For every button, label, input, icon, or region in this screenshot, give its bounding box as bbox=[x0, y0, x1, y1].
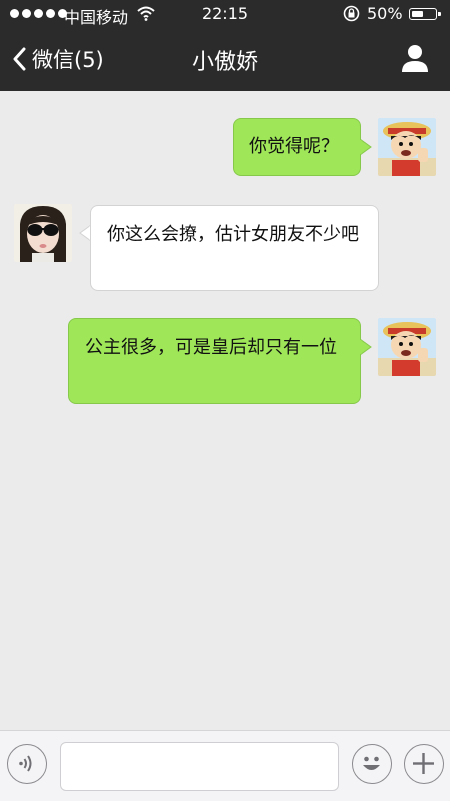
message-bubble-incoming[interactable]: 你这么会撩，估计女朋友不少吧 bbox=[90, 205, 379, 291]
nav-bar: 微信(5) 小傲娇 bbox=[0, 28, 450, 91]
chat-area[interactable]: 你觉得呢？ 你这么会撩，估计女朋友不少吧 公主很多，可是皇后却只有一位 bbox=[0, 91, 450, 730]
chat-title: 小傲娇 bbox=[191, 50, 258, 75]
emoji-button[interactable] bbox=[352, 744, 392, 784]
person-icon[interactable] bbox=[400, 43, 430, 73]
message-text: 你觉得呢？ bbox=[249, 136, 339, 157]
emoji-icon bbox=[363, 756, 380, 770]
plus-button[interactable] bbox=[404, 744, 444, 784]
status-bar: 中国移动 22:15 50% bbox=[0, 0, 450, 28]
message-text: 公主很多，可是皇后却只有一位 bbox=[85, 337, 337, 358]
message-text: 你这么会撩，估计女朋友不少吧 bbox=[107, 224, 359, 245]
top-bar: 中国移动 22:15 50% 微信(5) 小傲娇 bbox=[0, 0, 450, 91]
cartoon-pirate-avatar[interactable] bbox=[378, 318, 436, 376]
battery-icon bbox=[409, 8, 441, 20]
message-input[interactable] bbox=[60, 742, 339, 791]
cartoon-pirate-avatar[interactable] bbox=[378, 118, 436, 176]
voice-button[interactable] bbox=[7, 744, 47, 784]
bubble-tail bbox=[360, 138, 372, 156]
input-bar bbox=[0, 730, 450, 801]
sunglasses-girl-avatar[interactable] bbox=[14, 204, 72, 262]
message-bubble-outgoing[interactable]: 公主很多，可是皇后却只有一位 bbox=[68, 318, 361, 404]
message-bubble-outgoing[interactable]: 你觉得呢？ bbox=[233, 118, 361, 176]
rotation-lock-icon bbox=[343, 5, 360, 22]
bubble-tail bbox=[360, 338, 372, 356]
battery-percentage: 50% bbox=[367, 4, 403, 23]
plus-icon bbox=[413, 753, 434, 774]
voice-icon bbox=[19, 755, 32, 772]
